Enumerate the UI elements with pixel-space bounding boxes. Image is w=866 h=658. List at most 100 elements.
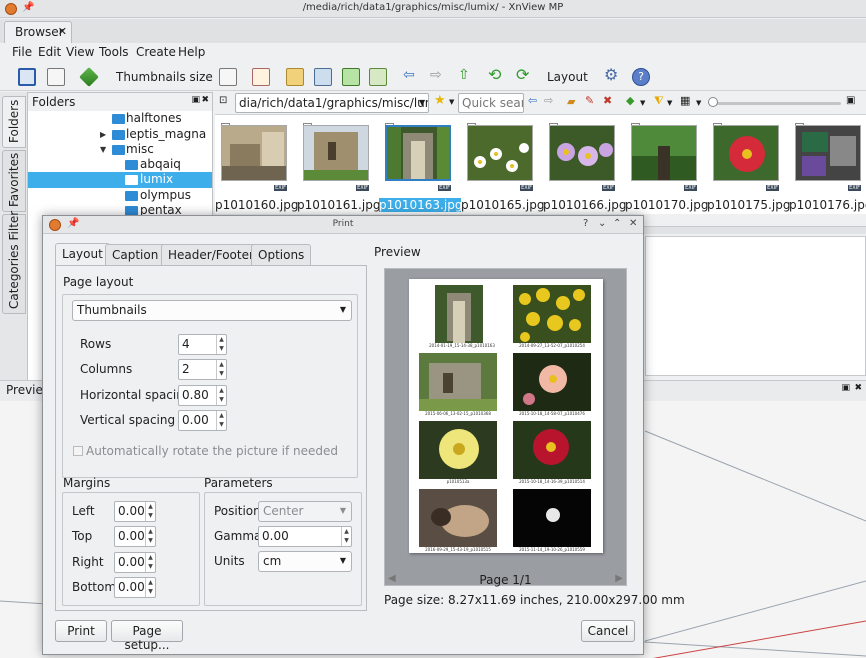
thumbnail-item[interactable]: EXIF p1010161.jpg (297, 115, 380, 215)
path-input[interactable]: dia/rich/data1/graphics/misc/lumix/ (235, 93, 429, 113)
chevron-down-icon[interactable]: ▼ (449, 98, 454, 106)
gear-icon[interactable]: ⚙ (604, 65, 618, 84)
thumbnail-item[interactable]: EXIF p1010176.jpg (789, 115, 866, 215)
spin-arrows-icon[interactable]: ▲ ▼ (216, 335, 226, 354)
chevron-down-icon[interactable]: ▼ (100, 145, 106, 154)
tab-favorites[interactable]: Favorites (2, 150, 26, 212)
vertical-spacing-spinbox[interactable]: 0.00 ▲ ▼ (178, 410, 227, 431)
close-tab-icon[interactable]: ✕ (58, 25, 67, 38)
grid-view-icon[interactable] (47, 68, 65, 86)
delete-icon[interactable]: ✖ (603, 94, 612, 107)
close-icon[interactable]: ✕ (629, 218, 637, 229)
gamma-spinbox[interactable]: 0.00 ▲ ▼ (258, 526, 352, 547)
close-panel-icon[interactable]: ✖ (854, 383, 862, 393)
parent-folder-icon[interactable]: ⊡ (219, 95, 227, 106)
refresh-icon[interactable]: ⟳ (516, 65, 529, 84)
slideshow-icon[interactable] (369, 68, 387, 86)
columns-spinbox[interactable]: 2 ▲ ▼ (178, 359, 227, 380)
layout-dropdown[interactable]: Layout (547, 70, 588, 84)
spin-arrows-icon[interactable]: ▲ ▼ (216, 360, 226, 379)
help-icon[interactable]: ? (632, 68, 650, 86)
chevron-down-icon[interactable]: ▼ (667, 99, 672, 107)
thumbnails-size-dropdown[interactable]: Thumbnails size (116, 70, 213, 84)
spin-arrows-icon[interactable]: ▲ ▼ (341, 527, 351, 546)
spin-arrows-icon[interactable]: ▲ ▼ (145, 527, 155, 546)
rotate-left-icon[interactable]: ⟲ (488, 65, 501, 84)
forward-arrow-icon[interactable]: ⇨ (430, 67, 442, 83)
units-select[interactable]: cm ▼ (258, 551, 352, 572)
rows-spinbox[interactable]: 4 ▲ ▼ (178, 334, 227, 355)
thumbnail-item[interactable]: EXIF p1010160.jpg (215, 115, 298, 215)
tab-browser[interactable]: Browser ✕ (4, 21, 72, 43)
position-select[interactable]: Center ▼ (258, 501, 352, 522)
sort-icon[interactable] (219, 68, 237, 86)
tree-item-misc[interactable]: ▼ misc (28, 142, 212, 158)
chevron-down-icon[interactable]: ▼ (696, 99, 701, 107)
menu-view[interactable]: View (66, 45, 94, 59)
menu-tools[interactable]: Tools (99, 45, 129, 59)
print-icon[interactable] (314, 68, 332, 86)
filter-icon[interactable] (252, 68, 270, 86)
close-panel-icon[interactable]: ✖ (201, 95, 209, 105)
thumbnail-item[interactable]: EXIF p1010165.jpg (461, 115, 544, 215)
menu-help[interactable]: Help (178, 45, 205, 59)
tab-folders[interactable]: Folders (2, 96, 26, 148)
tab-header-footer[interactable]: Header/Footer (161, 244, 261, 265)
back-arrow-icon[interactable]: ⇦ (403, 67, 415, 83)
tree-item-olympus[interactable]: olympus (28, 188, 212, 204)
filter-icon[interactable]: ⧨ (654, 94, 664, 108)
thumbnail-item[interactable]: EXIF p1010166.jpg (543, 115, 626, 215)
star-icon[interactable]: ★ (434, 93, 446, 108)
thumbnail-item[interactable]: EXIF p1010163.jpg (379, 115, 462, 215)
folder-tree-icon[interactable] (286, 68, 304, 86)
spin-arrows-icon[interactable]: ▲ ▼ (216, 411, 226, 430)
autorotate-checkbox[interactable] (73, 446, 83, 456)
horizontal-spacing-spinbox[interactable]: 0.80 ▲ ▼ (178, 385, 227, 406)
forward-arrow-icon[interactable]: ⇨ (544, 94, 553, 107)
back-arrow-icon[interactable]: ⇦ (528, 94, 537, 107)
margin-top-spinbox[interactable]: 0.00 ▲ ▼ (114, 526, 156, 547)
tab-options[interactable]: Options (251, 244, 312, 265)
cancel-button[interactable]: Cancel (581, 620, 635, 642)
tab-layout[interactable]: Layout (55, 243, 110, 266)
spin-arrows-icon[interactable]: ▲ ▼ (145, 553, 155, 572)
convert-icon[interactable] (342, 68, 360, 86)
panel-toggle-icon[interactable]: ▣ (846, 95, 855, 106)
print-button[interactable]: Print (55, 620, 107, 642)
float-panel-icon[interactable]: ▣ (191, 95, 200, 105)
next-page-icon[interactable]: ▶ (615, 573, 623, 584)
new-folder-icon[interactable]: ▰ (567, 95, 575, 108)
thumbnail-item[interactable]: EXIF p1010175.jpg (707, 115, 790, 215)
page-layout-select[interactable]: Thumbnails ▼ (72, 300, 352, 321)
tab-caption[interactable]: Caption (105, 244, 166, 265)
maximize-icon[interactable]: ⌃ (613, 218, 621, 229)
chevron-down-icon[interactable]: ▼ (640, 99, 645, 107)
thumbnail-item[interactable]: EXIF p1010170.jpg (625, 115, 708, 215)
fullscreen-icon[interactable] (18, 68, 36, 86)
view-mode-icon[interactable]: ▦ (680, 94, 690, 107)
menu-create[interactable]: Create (136, 45, 176, 59)
chevron-down-icon[interactable]: ▼ (419, 98, 425, 107)
help-icon[interactable]: ? (583, 218, 588, 229)
spin-arrows-icon[interactable]: ▲ ▼ (145, 578, 155, 597)
page-setup-button[interactable]: Page setup... (111, 620, 183, 652)
edit-icon[interactable]: ✎ (585, 94, 594, 107)
tag-icon[interactable] (79, 67, 99, 87)
spin-arrows-icon[interactable]: ▲ ▼ (145, 502, 155, 521)
tree-item-halftones[interactable]: halftones (28, 111, 212, 127)
margin-right-spinbox[interactable]: 0.00 ▲ ▼ (114, 552, 156, 573)
float-panel-icon[interactable]: ▣ (841, 383, 850, 393)
zoom-slider[interactable] (709, 102, 841, 105)
tree-item-abqaiq[interactable]: abqaiq (28, 157, 212, 173)
menu-edit[interactable]: Edit (38, 45, 61, 59)
minimize-icon[interactable]: ⌄ (598, 218, 606, 229)
tree-item-leptis-magna[interactable]: ▶ leptis_magna (28, 127, 212, 143)
zoom-slider-handle[interactable] (708, 97, 718, 107)
margin-left-spinbox[interactable]: 0.00 ▲ ▼ (114, 501, 156, 522)
margin-bottom-spinbox[interactable]: 0.00 ▲ ▼ (114, 577, 156, 598)
up-folder-icon[interactable]: ⇧ (458, 67, 470, 83)
tree-item-lumix[interactable]: lumix (28, 172, 212, 188)
tab-categories-filter[interactable]: Categories Filter (2, 211, 26, 314)
quick-search-input[interactable]: Quick search (458, 93, 524, 113)
tag-icon[interactable]: ◆ (626, 94, 634, 107)
